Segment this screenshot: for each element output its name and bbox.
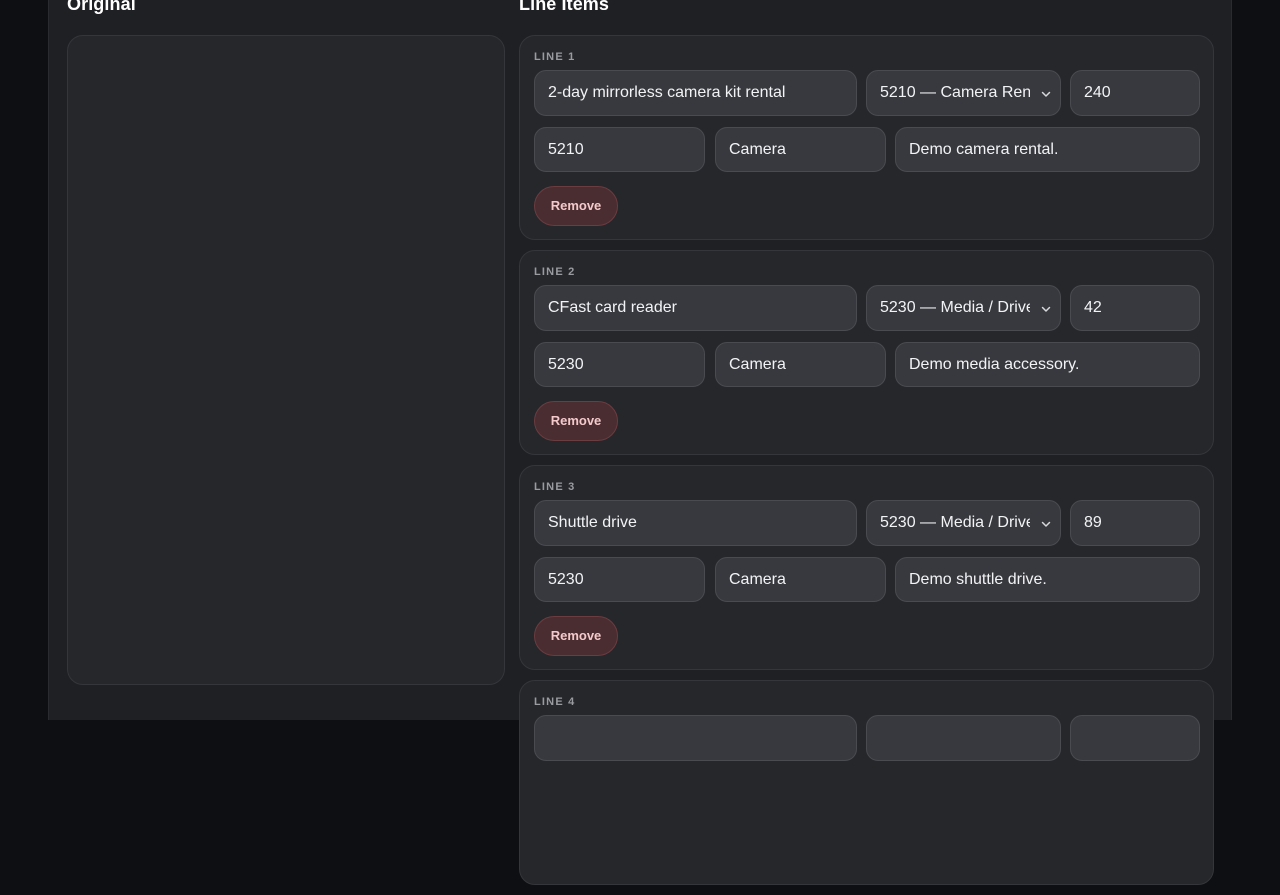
account-code-input[interactable]: 5230 [534,342,705,387]
description-input[interactable]: 2-day mirrorless camera kit rental [534,70,857,116]
account-code-input[interactable]: 5230 [534,557,705,602]
remove-line-button[interactable]: Remove [534,186,618,226]
category-input[interactable]: Camera [715,342,886,387]
account-select[interactable]: 5230 — Media / Drives [866,285,1061,331]
account-select-value: 5210 — Camera Rental [880,84,1030,101]
account-select-value: 5230 — Media / Drives [880,299,1030,316]
account-select[interactable]: 5210 — Camera Rental [866,70,1061,116]
chevron-down-icon [1041,91,1051,97]
remove-line-button[interactable]: Remove [534,401,618,441]
original-preview-panel [67,35,505,685]
chevron-down-icon [1041,306,1051,312]
amount-input[interactable] [1070,715,1200,761]
category-input[interactable]: Camera [715,557,886,602]
account-select[interactable]: 5230 — Media / Drives [866,500,1061,546]
note-input[interactable]: Demo camera rental. [895,127,1200,172]
remove-line-button[interactable]: Remove [534,616,618,656]
line-item-label: LINE 1 [534,51,576,63]
account-select[interactable] [866,715,1061,761]
amount-input[interactable]: 89 [1070,500,1200,546]
line-item-card: LINE 4 [519,680,1214,885]
description-input[interactable]: CFast card reader [534,285,857,331]
account-select-value: 5230 — Media / Drives [880,514,1030,531]
line-items-list: LINE 1 2-day mirrorless camera kit renta… [519,35,1214,895]
line-item-label: LINE 4 [534,696,576,708]
line-item-card: LINE 1 2-day mirrorless camera kit renta… [519,35,1214,240]
line-item-card: LINE 3 Shuttle drive 5230 — Media / Driv… [519,465,1214,670]
description-input[interactable] [534,715,857,761]
account-code-input[interactable]: 5210 [534,127,705,172]
original-column-title: Original [67,0,136,14]
description-input[interactable]: Shuttle drive [534,500,857,546]
note-input[interactable]: Demo shuttle drive. [895,557,1200,602]
amount-input[interactable]: 42 [1070,285,1200,331]
line-item-label: LINE 2 [534,266,576,278]
chevron-down-icon [1041,521,1051,527]
line-item-card: LINE 2 CFast card reader 5230 — Media / … [519,250,1214,455]
app-frame: Original Line Items LINE 1 2-day mirrorl… [48,0,1232,885]
note-input[interactable]: Demo media accessory. [895,342,1200,387]
amount-input[interactable]: 240 [1070,70,1200,116]
category-input[interactable]: Camera [715,127,886,172]
line-item-label: LINE 3 [534,481,576,493]
line-items-column-title: Line Items [519,0,610,14]
